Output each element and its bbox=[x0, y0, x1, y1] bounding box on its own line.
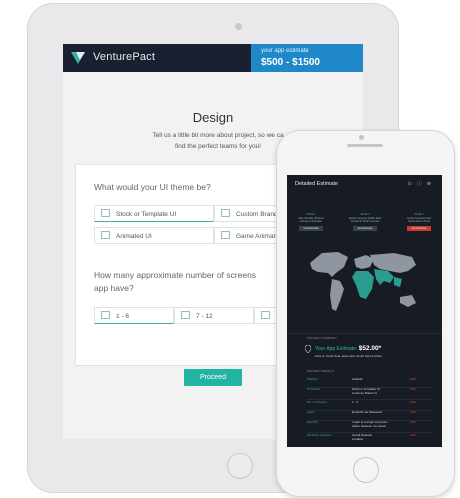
option-label: Game Animat bbox=[236, 233, 276, 240]
image-icon bbox=[261, 311, 270, 319]
zone-2: ZONE 2 Eastern Europe Middle East Centra… bbox=[345, 213, 385, 231]
option-label: Custom Brand bbox=[236, 211, 278, 218]
estimate-amount: $52.00* bbox=[358, 345, 382, 352]
option-screens-1-6[interactable]: 1 - 6 bbox=[94, 307, 174, 324]
app-estimate-value: $500 - $1500 bbox=[261, 57, 320, 68]
ui-theme-question: What would your UI theme be? bbox=[94, 182, 211, 192]
world-map[interactable] bbox=[304, 245, 424, 325]
phone-home-button bbox=[353, 457, 379, 483]
image-icon bbox=[181, 311, 190, 319]
phone-screen: Detailed Estimate ⊙ⓘ⊗ ZONE 1 USA Canada,… bbox=[287, 175, 442, 447]
tablet-camera bbox=[235, 23, 242, 30]
detail-value-line: Custome Brand UI bbox=[352, 390, 377, 395]
detail-price: +$$$ bbox=[409, 400, 416, 404]
phone-camera bbox=[359, 135, 364, 140]
image-icon bbox=[101, 311, 110, 319]
page-title: Design bbox=[192, 110, 234, 125]
detail-value: Android bbox=[352, 377, 363, 381]
detail-key: No. of Screens bbox=[307, 400, 327, 404]
close-icon[interactable]: ⊗ bbox=[427, 181, 436, 187]
detail-price: +$$$ bbox=[409, 433, 416, 437]
zone-desc: South Asia & Africa bbox=[407, 220, 431, 223]
top-bar: VenturePact your app estimate $500 - $15… bbox=[63, 44, 363, 72]
info-icon[interactable]: ⓘ bbox=[417, 181, 427, 187]
divider bbox=[287, 333, 442, 334]
animation-icon bbox=[101, 231, 110, 239]
brand-name[interactable]: VenturePact bbox=[93, 51, 155, 63]
app-estimate-label: your app estimate bbox=[261, 48, 309, 54]
detail-value: I want to encrypt communi-cation between… bbox=[352, 420, 407, 428]
detail-key: Security bbox=[307, 420, 318, 424]
detail-price: +$$$ bbox=[409, 387, 416, 391]
detail-value: 1 - 6 bbox=[352, 400, 359, 404]
project-summary-label: PROJECT SUMMARY bbox=[307, 336, 338, 340]
zone-desc: Central & South America bbox=[350, 220, 380, 223]
detail-key: Platform bbox=[307, 377, 319, 381]
option-label: Animated UI bbox=[116, 233, 152, 240]
app-estimate-box: your app estimate $500 - $1500 bbox=[251, 44, 363, 72]
option-label: Stock or Template UI bbox=[116, 211, 177, 218]
settings-icon[interactable]: ⊙ bbox=[408, 181, 417, 187]
layout-icon bbox=[101, 209, 110, 217]
detail-key: 3rd Party Services bbox=[307, 433, 332, 437]
game-icon bbox=[221, 231, 230, 239]
tablet-home-button bbox=[227, 453, 253, 479]
phone-speaker bbox=[347, 144, 383, 147]
zone-1: ZONE 1 USA Canada, Western Europe & Aust… bbox=[291, 213, 331, 231]
detail-value: Email ID via Password bbox=[352, 410, 383, 414]
zone-estimate-button[interactable]: Get Estimate bbox=[299, 225, 323, 231]
detail-value-line: Location bbox=[352, 436, 364, 441]
detail-price: +$$$ bbox=[409, 410, 416, 414]
phone-frame: Detailed Estimate ⊙ⓘ⊗ ZONE 1 USA Canada,… bbox=[276, 130, 455, 497]
venturepact-logo-icon bbox=[71, 52, 85, 64]
phone-header-icons: ⊙ⓘ⊗ bbox=[408, 180, 436, 187]
detail-key: UI Theme bbox=[307, 387, 321, 391]
screens-question-line: app have? bbox=[94, 283, 134, 293]
estimate-zone: Zone 3: South Asia, East Asia, South Asi… bbox=[315, 354, 382, 358]
option-animated-ui[interactable]: Animated UI bbox=[94, 227, 214, 244]
screens-question: How many approximate number of screens a… bbox=[94, 269, 256, 295]
screens-question-line: How many approximate number of screens bbox=[94, 270, 257, 280]
detail-row-security: Security I want to encrypt communi-catio… bbox=[307, 420, 432, 433]
detailed-estimate-title: Detailed Estimate bbox=[295, 181, 339, 187]
detail-value-line: cation between my server bbox=[352, 423, 387, 428]
detail-price: +$$$ bbox=[409, 420, 416, 424]
detail-value: Social Network Location bbox=[352, 433, 407, 441]
option-label: 1 - 6 bbox=[116, 313, 130, 320]
option-stock-template-ui[interactable]: Stock or Template UI bbox=[94, 205, 214, 222]
brand-icon bbox=[221, 209, 230, 217]
your-app-estimate: Your App Estimate: $52.00* bbox=[315, 345, 381, 352]
proceed-button[interactable]: Proceed bbox=[184, 369, 242, 386]
zone-3: ZONE 3 South Asia East Asia South Asia &… bbox=[399, 213, 439, 231]
zone-estimate-button[interactable]: Get Estimate bbox=[353, 225, 377, 231]
option-screens-7-12[interactable]: 7 - 12 bbox=[174, 307, 254, 324]
project-details-label: PROJECT DETAILS bbox=[307, 369, 335, 373]
detail-price: +$$$ bbox=[409, 377, 416, 381]
zone-desc: Europe & Australia bbox=[300, 220, 322, 223]
detail-row-third-party: 3rd Party Services Social Network Locatio… bbox=[307, 433, 432, 445]
location-pin-icon bbox=[305, 345, 311, 353]
estimate-label: Your App Estimate: bbox=[315, 346, 358, 352]
detail-key: Login bbox=[307, 410, 315, 414]
option-label: 7 - 12 bbox=[196, 313, 213, 320]
detail-row-ui-theme: UI Theme Stock or Template UI Custome Bra… bbox=[307, 387, 432, 400]
zone-estimate-button[interactable]: Get Estimate bbox=[407, 225, 431, 231]
detail-value: Stock or Template UI Custome Brand UI bbox=[352, 387, 407, 395]
